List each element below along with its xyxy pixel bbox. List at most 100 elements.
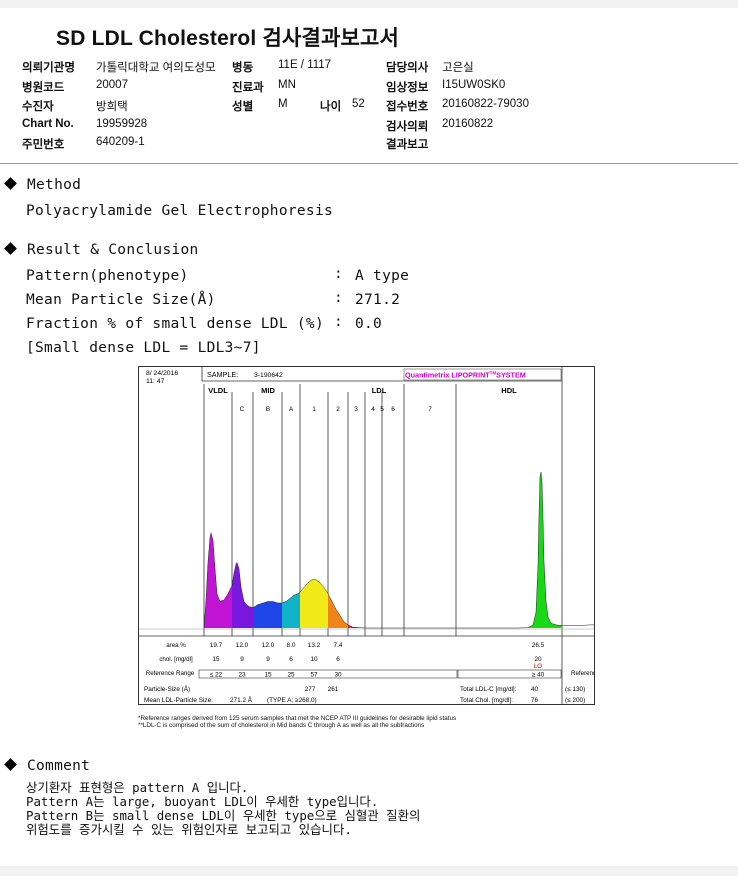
table-ref-label: Reference Range (146, 670, 195, 677)
label-chart-no: Chart No. (22, 118, 74, 130)
method-heading-row: Method (4, 177, 82, 193)
area-value: 12.0 (236, 642, 249, 649)
result-sep-fraction: : (334, 314, 344, 330)
total-chol-value: 76 (531, 697, 539, 704)
value-hospital-code: 20007 (96, 79, 128, 91)
label-recipient: 수진자 (22, 101, 54, 113)
table-ref-label-right: Reference Range (571, 670, 595, 677)
value-chart-no: 19959928 (96, 118, 148, 130)
particle-size-label: Particle-Size (Å) (144, 684, 190, 693)
lipoprint-chart: 8/ 24/2016 11: 47 SAMPLE: 3-190642 Quant… (138, 366, 595, 714)
mean-ldl-value: 271.2 Å (230, 695, 253, 704)
label-result-report: 결과보고 (386, 139, 429, 151)
area-value: 8.0 (287, 642, 296, 649)
ref-value: ≤ 22 (210, 672, 223, 679)
chart-sample-label: SAMPLE: (207, 370, 238, 379)
chol-value: 9 (266, 656, 270, 663)
label-request-date: 검사의뢰 (386, 121, 429, 133)
ldl-sublabel: 4 (371, 406, 375, 413)
chart-sample-id: 3-190642 (254, 372, 283, 379)
ldl-sublabel: 6 (391, 406, 395, 413)
chart-date: 8/ 24/2016 (146, 370, 178, 377)
ref-value: 57 (310, 672, 318, 679)
mid-sublabel: B (266, 406, 270, 413)
hdl-ref-value: ≥ 40 (532, 672, 545, 679)
method-heading: Method (27, 177, 82, 193)
bottom-strip (0, 866, 738, 876)
chol-value: 9 (240, 656, 244, 663)
band-label-hdl: HDL (501, 386, 517, 395)
value-age: 52 (352, 98, 365, 110)
lipoprint-chart-svg: 8/ 24/2016 11: 47 SAMPLE: 3-190642 Quant… (138, 366, 595, 705)
chol-value: 6 (336, 656, 340, 663)
result-label-fraction: Fraction % of small dense LDL (%) (26, 316, 324, 332)
area-value: 19.7 (210, 642, 223, 649)
comment-line-1: 상기환자 표현형은 pattern A 입니다. (26, 780, 249, 795)
comment-line-2: Pattern A는 large, buoyant LDL이 우세한 type입… (26, 794, 379, 809)
area-value: 12.0 (262, 642, 275, 649)
diamond-bullet-icon (4, 242, 17, 255)
label-receipt-no: 접수번호 (386, 101, 429, 113)
result-value-fraction: 0.0 (355, 316, 383, 332)
ref-value: 15 (264, 672, 272, 679)
result-sep-size: : (334, 290, 344, 306)
band-label-ldl: LDL (372, 386, 387, 395)
particle-size-value: 261 (328, 686, 339, 693)
chol-value: 15 (212, 656, 220, 663)
result-sep-pattern: : (334, 266, 344, 282)
ldl-sublabel: 7 (428, 406, 432, 413)
result-value-pattern: A type (355, 268, 410, 284)
chart-brand-name: Quantimetrix LIPOPRINT (405, 371, 490, 380)
result-heading: Result & Conclusion (27, 242, 199, 258)
value-institution: 가톨릭대학교 여의도성모 (96, 62, 216, 74)
diamond-bullet-icon (4, 758, 17, 771)
mid-b-area (253, 601, 282, 628)
label-ward: 병동 (232, 62, 254, 74)
total-chol-ref: (≤ 200) (565, 697, 585, 704)
value-department: MN (278, 79, 296, 91)
comment-line-4: 위험도를 증가시킬 수 있는 위험인자로 보고되고 있습니다. (26, 822, 352, 837)
ref-value: 30 (334, 672, 342, 679)
label-doctor: 담당의사 (386, 62, 429, 74)
ref-value: 25 (287, 672, 295, 679)
band-label-vldl: VLDL (208, 386, 228, 395)
ldl-sublabel: 2 (336, 406, 340, 413)
ldl-sublabel: 1 (312, 406, 316, 413)
area-value: 13.2 (308, 642, 321, 649)
hdl-area-value: 26.5 (532, 642, 545, 649)
chart-footnote-2: **LDL-C is comprised of the sum of chole… (138, 722, 425, 729)
mid-sublabel: A (289, 406, 294, 413)
comment-line-3: Pattern B는 small dense LDL이 우세한 type으로 심… (26, 808, 421, 823)
result-label-size: Mean Particle Size(Å) (26, 292, 216, 308)
label-sex: 성별 (232, 101, 254, 113)
label-institution: 의뢰기관명 (22, 62, 75, 74)
value-ward: 11E / 1117 (278, 59, 332, 71)
mean-ldl-label: Mean LDL-Particle Size: (144, 697, 213, 704)
result-label-pattern: Pattern(phenotype) (26, 268, 189, 284)
label-department: 진료과 (232, 82, 264, 94)
hdl-flag: LO (534, 663, 542, 670)
label-hospital-code: 병원코드 (22, 82, 65, 94)
table-chol-label: chol. [mg/dl] (159, 656, 193, 663)
table-area-label: area % (166, 642, 186, 649)
total-ldl-ref: (≤ 130) (565, 686, 585, 693)
hdl-chol-value: 20 (534, 656, 542, 663)
mid-sublabel: C (240, 406, 245, 413)
result-value-size: 271.2 (355, 292, 401, 308)
label-resident-no: 주민번호 (22, 139, 65, 151)
value-recipient: 방희택 (96, 101, 128, 113)
diamond-bullet-icon (4, 177, 17, 190)
chol-value: 10 (310, 656, 318, 663)
chart-time: 11: 47 (146, 378, 165, 385)
total-chol-label: Total Chol. [mg/dl]: (460, 697, 513, 704)
ldl-sublabel: 3 (354, 406, 358, 413)
ldl-sublabel: 5 (380, 406, 384, 413)
label-clinical-info: 임상정보 (386, 82, 429, 94)
area-value: 7.4 (334, 642, 343, 649)
result-note: [Small dense LDL = LDL3~7] (26, 340, 261, 356)
value-receipt-no: 20160822-79030 (442, 98, 529, 110)
method-text: Polyacrylamide Gel Electrophoresis (26, 203, 334, 219)
comment-heading: Comment (27, 758, 91, 774)
comment-heading-row: Comment (4, 758, 91, 774)
value-sex: M (278, 98, 288, 110)
